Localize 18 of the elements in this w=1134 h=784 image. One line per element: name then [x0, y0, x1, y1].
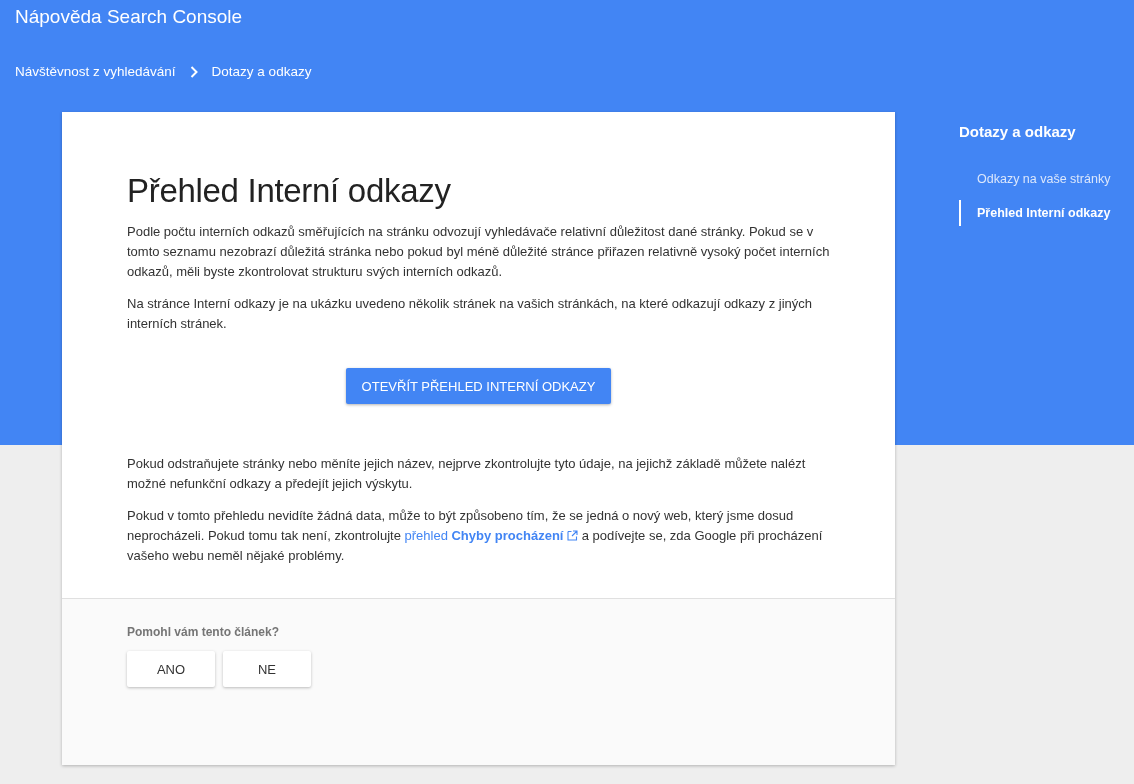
site-title: Nápověda Search Console: [15, 5, 244, 29]
breadcrumb-link[interactable]: Návštěvnost z vyhledávání: [15, 64, 176, 79]
paragraph: Podle počtu interních odkazů směřujících na stránku odvozují vyhledávače relativní důležitost dané stránky. Pokud se v tomto seznamu nezobrazí důležitá stránka nebo pokud byl méně důležité stránce přiřazen relativně vysoký počet interních odkazů, měli byste zkontrolovat strukturu svých interních odkazů.: [127, 223, 830, 281]
open-report-button[interactable]: OTEVŘÍT PŘEHLED INTERNÍ ODKAZY: [345, 368, 612, 404]
paragraph: Pokud odstraňujete stránky nebo měníte jejich název, nejprve zkontrolujte tyto údaje, na jejichž základě můžete nalézt možné nefunkční odkazy a předejít jejich výskytu.: [127, 455, 807, 493]
sidebar-item[interactable]: Přehled Interní odkazy: [959, 200, 1134, 226]
external-link-icon: [567, 530, 579, 541]
sidebar-title: Dotazy a odkazy: [959, 123, 1077, 140]
crawl-errors-link[interactable]: přehled Chyby procházení: [404, 528, 579, 543]
feedback-button[interactable]: NE: [223, 651, 311, 687]
feedback-button[interactable]: ANO: [127, 651, 215, 687]
paragraph: Na stránce Interní odkazy je na ukázku uvedeno několik stránek na vašich stránkách, na které odkazují odkazy z jiných interních stránek.: [127, 295, 814, 333]
chevron-right-icon: [189, 65, 198, 78]
paragraph: Pokud v tomto přehledu nevidíte žádná data, může to být způsobeno tím, že se jedná o nový web, který jsme dosud neprocházeli. Pokud tomu tak není, zkontrolujte přehled Chyby procházení a podívejte se, zda Google při procházení vašeho webu neměl nějaké problémy.: [127, 507, 824, 565]
feedback-question: Pomohl vám tento článek?: [127, 625, 281, 639]
article-title: Přehled Interní odkazy: [127, 172, 452, 210]
breadcrumb-link[interactable]: Dotazy a odkazy: [211, 64, 312, 79]
sidebar-item[interactable]: Odkazy na vaše stránky: [959, 166, 1134, 192]
